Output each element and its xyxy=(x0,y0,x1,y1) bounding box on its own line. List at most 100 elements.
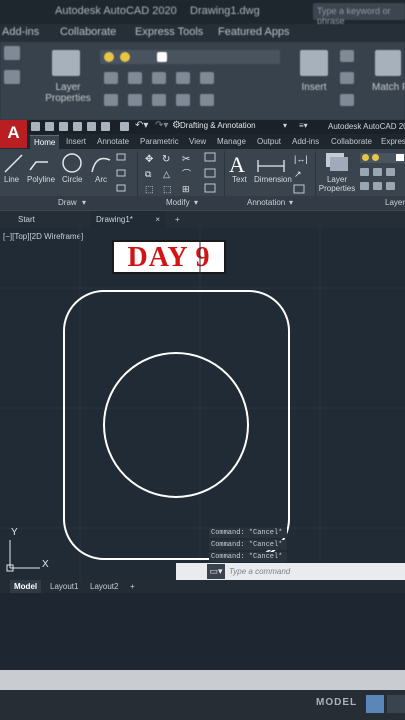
color-swatch-icon xyxy=(396,154,404,161)
zoomed-tool-icon xyxy=(152,72,166,84)
arc-tool-label[interactable]: Arc xyxy=(95,175,107,184)
tab-express[interactable]: Express xyxy=(381,137,405,146)
layer-stack-icon xyxy=(330,157,348,171)
layer-tool-icon[interactable] xyxy=(373,168,382,176)
text-icon: A xyxy=(229,152,245,177)
zoomed-tool-icon xyxy=(340,50,354,62)
circle-icon xyxy=(62,153,82,173)
workspace-switcher[interactable]: Drafting & Annotation xyxy=(180,121,256,130)
model-space-button[interactable]: MODEL xyxy=(316,697,357,708)
zoomed-tab[interactable]: Featured Apps xyxy=(218,26,290,38)
redo-icon[interactable]: ↷▾ xyxy=(155,120,168,131)
layer-stack-icon xyxy=(52,50,80,76)
polyline-icon xyxy=(29,161,48,171)
zoomed-ribbon: Layer Properties Insert Match Properties xyxy=(0,42,405,120)
tab-collaborate[interactable]: Collaborate xyxy=(331,137,372,146)
zoomed-search-box[interactable]: Type a keyword or phrase xyxy=(313,3,405,26)
tab-annotate[interactable]: Annotate xyxy=(97,137,129,146)
circle-shape xyxy=(103,352,249,498)
save-as-icon[interactable] xyxy=(73,122,82,131)
stretch-icon: ⬚ xyxy=(145,184,154,194)
chevron-down-icon[interactable]: ▾ xyxy=(283,121,287,130)
sun-icon xyxy=(120,52,130,62)
share-icon[interactable] xyxy=(101,122,110,131)
close-icon[interactable]: × xyxy=(155,211,160,228)
command-history-line: Command: *Cancel* xyxy=(209,540,287,550)
zoomed-ribbon-band: Autodesk AutoCAD 2020 Drawing1.dwg Type … xyxy=(0,0,405,120)
plot-icon[interactable] xyxy=(120,122,129,131)
file-tab-drawing1[interactable]: Drawing1* × xyxy=(90,211,166,228)
layer-tool-icon[interactable] xyxy=(360,168,369,176)
zoomed-tool-icon xyxy=(128,94,142,106)
qat-more-icon[interactable]: ≡▾ xyxy=(299,121,308,130)
layout-tab-layout1[interactable]: Layout1 xyxy=(50,580,78,593)
fillet-icon: ⌒ xyxy=(182,169,191,179)
new-tab-plus-icon[interactable]: + xyxy=(175,211,180,228)
layer-tool-icon[interactable] xyxy=(373,182,382,190)
tab-home[interactable]: Home xyxy=(30,135,60,150)
layout-tab-model[interactable]: Model xyxy=(10,580,42,593)
new-icon[interactable] xyxy=(31,122,40,131)
zoomed-layer-properties[interactable]: Layer Properties xyxy=(40,82,96,104)
command-history-line: Command: *Cancel* xyxy=(209,552,287,562)
zoomed-insert[interactable]: Insert xyxy=(296,82,332,93)
circle-tool-label[interactable]: Circle xyxy=(62,175,82,184)
panel-title-layers[interactable]: Layer xyxy=(385,198,405,207)
save-icon[interactable] xyxy=(59,122,68,131)
layer-tool-icon[interactable] xyxy=(386,168,395,176)
chevron-down-icon[interactable]: ▾ xyxy=(194,198,198,207)
zoomed-drawing-name: Drawing1.dwg xyxy=(190,5,260,17)
zoomed-tool-icon xyxy=(340,72,354,84)
tab-add-ins[interactable]: Add-ins xyxy=(292,137,319,146)
move-icon: ✥ xyxy=(145,154,153,165)
line-icon xyxy=(4,154,23,173)
zoomed-tabs: Add-ins Collaborate Express Tools Featur… xyxy=(0,24,405,42)
insert-block-icon xyxy=(300,50,328,76)
layer-tool-icon[interactable] xyxy=(360,182,369,190)
table-icon xyxy=(293,184,305,194)
zoomed-tab[interactable]: Express Tools xyxy=(135,26,203,38)
tab-view[interactable]: View xyxy=(189,137,206,146)
open-icon[interactable] xyxy=(45,122,54,131)
zoomed-app-title: Autodesk AutoCAD 2020 xyxy=(55,5,177,17)
tab-manage[interactable]: Manage xyxy=(217,137,246,146)
chevron-down-icon[interactable]: ▾ xyxy=(289,198,293,207)
add-layout-plus-icon[interactable]: + xyxy=(130,580,135,593)
grid-icon[interactable] xyxy=(366,695,384,713)
file-tab-start[interactable]: Start xyxy=(18,211,78,228)
leader-icon: ↗ xyxy=(294,169,302,179)
zoomed-tool-icon xyxy=(4,70,20,84)
layer-properties-label[interactable]: Layer Properties xyxy=(318,175,356,193)
command-input[interactable]: Type a command xyxy=(229,567,290,576)
dim-linear-icon: |↔| xyxy=(294,154,308,164)
chevron-down-icon[interactable]: ▾ xyxy=(82,198,86,207)
match-properties-icon xyxy=(375,50,401,76)
polyline-tool-label[interactable]: Polyline xyxy=(27,175,55,184)
panel-title-draw[interactable]: Draw xyxy=(58,198,77,207)
tab-insert[interactable]: Insert xyxy=(66,137,86,146)
zoomed-tab[interactable]: Add-ins xyxy=(2,26,39,38)
zoomed-match-properties[interactable]: Match Properties xyxy=(372,82,405,93)
line-tool-label[interactable]: Line xyxy=(4,175,19,184)
dimension-tool-label[interactable]: Dimension xyxy=(254,175,292,184)
copy-icon: ⧉ xyxy=(145,169,152,179)
zoomed-tool-icon xyxy=(200,94,214,106)
application-menu-button[interactable]: A xyxy=(0,120,27,148)
dimension-icon xyxy=(257,160,285,172)
ucs-y-label: Y xyxy=(11,527,18,538)
snap-icon[interactable] xyxy=(387,695,405,713)
layer-tool-icon[interactable] xyxy=(386,182,395,190)
drawing-canvas[interactable] xyxy=(0,228,405,580)
zoomed-tab[interactable]: Collaborate xyxy=(60,26,116,38)
tab-parametric[interactable]: Parametric xyxy=(140,137,179,146)
layout-tab-layout2[interactable]: Layout2 xyxy=(90,580,118,593)
undo-icon[interactable]: ↶▾ xyxy=(135,120,148,131)
web-icon[interactable] xyxy=(87,122,96,131)
panel-title-modify[interactable]: Modify xyxy=(166,198,190,207)
text-tool-label[interactable]: Text xyxy=(232,175,247,184)
panel-title-annotation[interactable]: Annotation xyxy=(247,198,285,207)
zoomed-tool-icon xyxy=(104,94,118,106)
tab-output[interactable]: Output xyxy=(257,137,281,146)
command-prompt-icon[interactable]: ▭▾ xyxy=(207,564,225,579)
array-icon: ⊞ xyxy=(182,184,190,194)
